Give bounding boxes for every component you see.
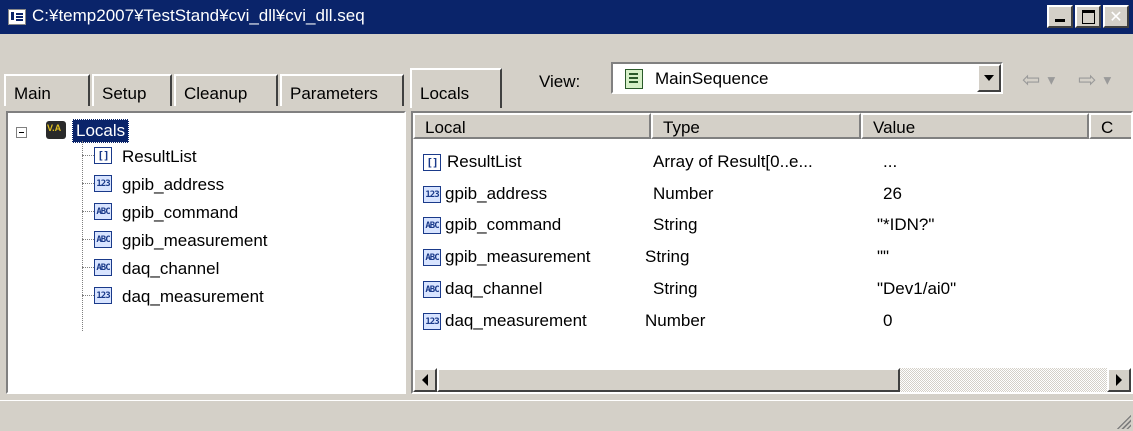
view-select[interactable]: MainSequence <box>611 62 1003 94</box>
back-button[interactable]: ⇦ ▼ <box>1022 68 1055 93</box>
cell-value: 0 <box>883 311 893 330</box>
locals-tree[interactable]: Locals [] ResultList 123 gpib_address AB… <box>6 111 406 394</box>
tree-item-label: gpib_address <box>122 175 225 194</box>
tab-main[interactable]: Main <box>4 74 90 106</box>
scroll-right-button[interactable] <box>1107 368 1131 392</box>
array-icon: [] <box>94 147 112 164</box>
number-icon: 123 <box>94 175 112 192</box>
view-select-value: MainSequence <box>655 69 769 88</box>
column-header-local[interactable]: Local <box>413 113 651 139</box>
cell-local: daq_measurement <box>445 311 587 330</box>
tree-connector <box>82 239 94 240</box>
table-row[interactable]: 123 daq_measurement Number 0 <box>413 308 1131 334</box>
string-icon: ABC <box>94 203 112 220</box>
view-dropdown-button[interactable] <box>977 64 1001 92</box>
window-title: C:¥temp2007¥TestStand¥cvi_dll¥cvi_dll.se… <box>32 6 365 25</box>
window-controls: ✕ <box>1045 5 1129 28</box>
window-app-icon[interactable] <box>8 9 26 25</box>
locals-list[interactable]: Local Type Value C [] ResultList Array o… <box>411 111 1133 394</box>
table-row[interactable]: [] ResultList Array of Result[0..e... ..… <box>413 149 1131 175</box>
cell-value: "" <box>877 247 890 266</box>
cell-type: Number <box>653 184 714 203</box>
string-icon: ABC <box>423 281 441 298</box>
tree-connector <box>82 267 94 268</box>
close-icon: ✕ <box>1109 6 1123 26</box>
view-label: View: <box>539 72 581 91</box>
cell-local: gpib_address <box>445 184 548 203</box>
sequence-icon <box>625 69 643 89</box>
scroll-left-icon <box>422 374 428 386</box>
cell-type: Array of Result[0..e... <box>653 152 813 171</box>
status-bar <box>0 400 1133 431</box>
cell-local: ResultList <box>447 152 522 171</box>
minimize-button[interactable] <box>1047 5 1073 28</box>
tree-connector <box>82 295 94 296</box>
tree-connector <box>82 211 94 212</box>
scroll-left-button[interactable] <box>413 368 437 392</box>
table-row[interactable]: ABC gpib_command String "*IDN?" <box>413 212 1131 238</box>
minimize-icon <box>1055 19 1065 22</box>
forward-dropdown-icon: ▼ <box>1103 75 1112 87</box>
cell-value: "*IDN?" <box>877 215 935 234</box>
table-row[interactable]: 123 gpib_address Number 26 <box>413 181 1131 207</box>
column-header-type[interactable]: Type <box>651 113 861 139</box>
table-row[interactable]: ABC gpib_measurement String "" <box>413 244 1131 270</box>
tree-connector <box>82 141 83 331</box>
back-arrow-icon: ⇦ <box>1022 68 1041 93</box>
cell-type: String <box>645 247 690 266</box>
tab-locals[interactable]: Locals <box>410 68 502 108</box>
forward-arrow-icon: ⇨ <box>1078 68 1097 93</box>
number-icon: 123 <box>423 313 441 330</box>
forward-button[interactable]: ⇨ ▼ <box>1078 68 1111 93</box>
tree-connector <box>82 155 94 156</box>
string-icon: ABC <box>423 217 441 234</box>
table-row[interactable]: ABC daq_channel String "Dev1/ai0" <box>413 276 1131 302</box>
number-icon: 123 <box>94 287 112 304</box>
cell-local: gpib_command <box>445 215 562 234</box>
tab-cleanup[interactable]: Cleanup <box>174 74 278 106</box>
collapse-toggle[interactable] <box>16 127 27 138</box>
column-header-value[interactable]: Value <box>861 113 1089 139</box>
tree-item-label: gpib_command <box>122 203 239 222</box>
cell-value: ... <box>883 152 898 171</box>
tree-item-label: gpib_measurement <box>122 231 268 250</box>
array-icon: [] <box>423 154 441 171</box>
column-header-c[interactable]: C <box>1089 113 1131 139</box>
string-icon: ABC <box>94 231 112 248</box>
cell-value: "Dev1/ai0" <box>877 279 957 298</box>
tab-bar: Main Setup Cleanup Parameters Locals Vie… <box>0 34 1133 110</box>
cell-type: String <box>653 279 698 298</box>
maximize-icon <box>1081 9 1095 24</box>
number-icon: 123 <box>423 186 441 203</box>
cell-value: 26 <box>883 184 902 203</box>
string-icon: ABC <box>423 249 441 266</box>
maximize-button[interactable] <box>1075 5 1101 28</box>
back-dropdown-icon: ▼ <box>1047 75 1056 87</box>
title-bar[interactable]: C:¥temp2007¥TestStand¥cvi_dll¥cvi_dll.se… <box>0 0 1133 34</box>
tree-item-label: daq_measurement <box>122 287 264 306</box>
cell-local: daq_channel <box>445 279 543 298</box>
cell-type: Number <box>645 311 706 330</box>
tab-parameters[interactable]: Parameters <box>280 74 404 106</box>
close-button[interactable]: ✕ <box>1103 5 1129 28</box>
tree-root-label: Locals <box>72 119 130 143</box>
tree-item-label: daq_channel <box>122 259 220 278</box>
scroll-track[interactable] <box>900 368 1107 392</box>
cell-type: String <box>653 215 698 234</box>
chevron-down-icon <box>984 75 994 81</box>
string-icon: ABC <box>94 259 112 276</box>
tab-setup[interactable]: Setup <box>92 74 172 106</box>
tree-connector <box>82 183 94 184</box>
scroll-right-icon <box>1116 374 1122 386</box>
scroll-thumb[interactable] <box>437 368 900 392</box>
cell-local: gpib_measurement <box>445 247 591 266</box>
horizontal-scrollbar[interactable] <box>413 368 1131 392</box>
variables-icon <box>46 121 66 139</box>
tree-item-label: ResultList <box>122 147 197 166</box>
resize-grip-icon[interactable] <box>1115 413 1131 429</box>
